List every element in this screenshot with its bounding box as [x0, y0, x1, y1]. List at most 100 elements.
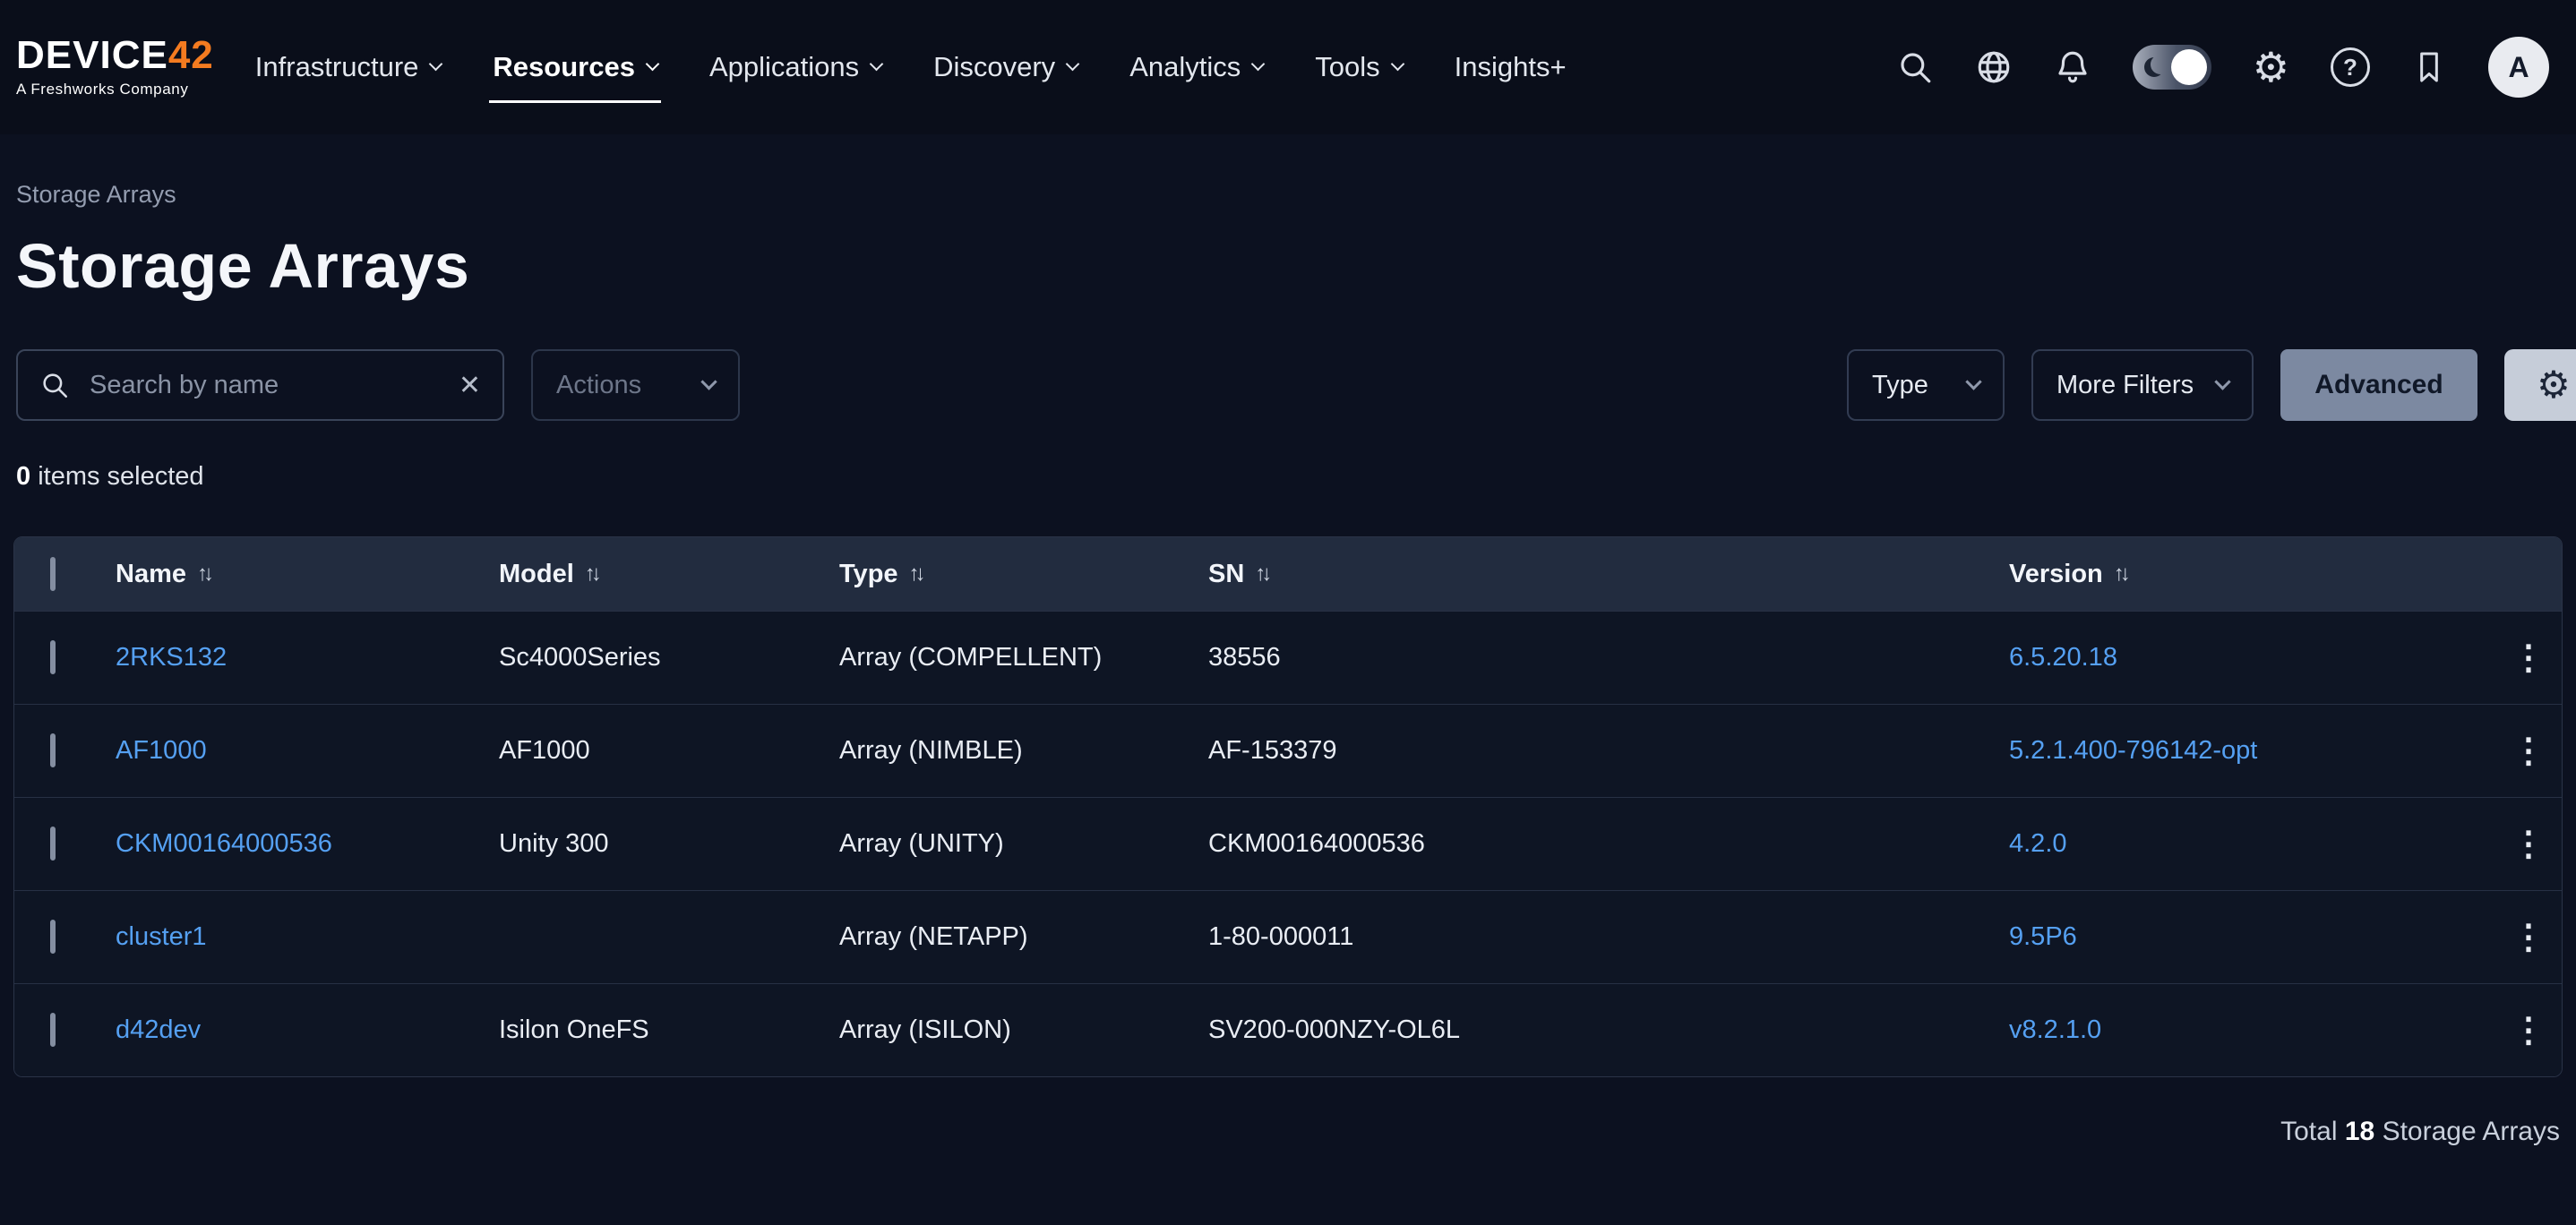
total-prefix: Total	[2280, 1117, 2337, 1146]
chevron-down-icon	[1390, 56, 1404, 71]
version-link[interactable]: 9.5P6	[2009, 922, 2077, 951]
table-row: CKM00164000536 Unity 300 Array (UNITY) C…	[14, 797, 2562, 890]
column-label: Name	[116, 560, 186, 589]
row-checkbox[interactable]	[50, 827, 56, 861]
model-cell: Sc4000Series	[499, 643, 839, 672]
actions-dropdown[interactable]: Actions	[531, 349, 740, 421]
type-cell: Array (UNITY)	[839, 829, 1208, 859]
search-icon	[39, 370, 70, 400]
chevron-down-icon	[429, 56, 443, 71]
nav-label: Infrastructure	[255, 51, 419, 83]
nav-item-tools[interactable]: Tools	[1315, 42, 1402, 92]
model-cell: Isilon OneFS	[499, 1015, 839, 1045]
nav-item-discovery[interactable]: Discovery	[933, 42, 1078, 92]
table-row: cluster1 Array (NETAPP) 1-80-000011 9.5P…	[14, 890, 2562, 983]
sort-icon[interactable]: ↑↓	[197, 561, 210, 587]
type-cell: Array (COMPELLENT)	[839, 643, 1208, 672]
clear-search-icon[interactable]: ✕	[459, 370, 481, 401]
row-actions-menu-icon[interactable]: ⋮	[2512, 638, 2546, 678]
version-link[interactable]: 5.2.1.400-796142-opt	[2009, 736, 2257, 765]
total-suffix: Storage Arrays	[2383, 1117, 2560, 1146]
nav-item-insights-plus[interactable]: Insights+	[1455, 42, 1567, 92]
nav-item-applications[interactable]: Applications	[709, 42, 881, 92]
array-name-link[interactable]: d42dev	[116, 1015, 201, 1044]
selection-count: 0	[16, 462, 30, 491]
version-link[interactable]: v8.2.1.0	[2009, 1015, 2101, 1044]
row-checkbox[interactable]	[50, 920, 56, 954]
settings-gear-icon[interactable]: ⚙	[2253, 47, 2289, 88]
sn-cell: 38556	[1208, 643, 2009, 672]
breadcrumb: Storage Arrays	[16, 181, 2560, 209]
sort-icon[interactable]: ↑↓	[2114, 561, 2126, 587]
sn-cell: 1-80-000011	[1208, 922, 2009, 952]
chevron-down-icon	[646, 56, 660, 71]
selection-label: items selected	[38, 462, 203, 491]
sn-cell: CKM00164000536	[1208, 829, 2009, 859]
nav-label: Insights+	[1455, 51, 1567, 83]
actions-label: Actions	[556, 371, 641, 400]
advanced-button[interactable]: Advanced	[2280, 349, 2477, 421]
chevron-down-icon	[1251, 56, 1266, 71]
row-actions-menu-icon[interactable]: ⋮	[2512, 731, 2546, 771]
version-link[interactable]: 4.2.0	[2009, 829, 2067, 858]
page-title: Storage Arrays	[16, 232, 2560, 301]
column-header-model[interactable]: Model↑↓	[499, 560, 839, 589]
select-all-checkbox[interactable]	[50, 557, 56, 591]
top-nav: DEVICE42 A Freshworks Company Infrastruc…	[0, 0, 2576, 134]
header-checkbox-cell	[14, 560, 116, 589]
toggle-knob	[2171, 49, 2207, 85]
version-link[interactable]: 6.5.20.18	[2009, 643, 2117, 672]
table-header-row: Name ↑↓ Model↑↓ Type↑↓ SN ↑↓ Version ↑↓	[14, 537, 2562, 611]
help-icon[interactable]: ?	[2331, 47, 2370, 87]
array-name-link[interactable]: CKM00164000536	[116, 829, 332, 858]
sn-cell: SV200-000NZY-OL6L	[1208, 1015, 2009, 1045]
gear-icon: ⚙	[2537, 366, 2571, 404]
more-filters-label: More Filters	[2057, 371, 2194, 400]
nav-right-icons: ⚙ ? A	[1896, 37, 2549, 98]
notifications-bell-icon[interactable]	[2054, 48, 2091, 86]
search-icon[interactable]	[1896, 48, 1934, 86]
checkbox-cell	[14, 643, 116, 672]
table-total-footer: Total 18 Storage Arrays	[16, 1117, 2560, 1147]
bookmark-icon[interactable]	[2411, 49, 2447, 85]
sort-icon[interactable]: ↑↓	[909, 561, 922, 587]
type-filter-dropdown[interactable]: Type	[1847, 349, 2005, 421]
array-name-link[interactable]: cluster1	[116, 922, 207, 951]
row-actions-menu-icon[interactable]: ⋮	[2512, 1010, 2546, 1050]
array-name-link[interactable]: AF1000	[116, 736, 207, 765]
column-header-sn[interactable]: SN ↑↓	[1208, 560, 2009, 589]
nav-item-infrastructure[interactable]: Infrastructure	[255, 42, 442, 92]
type-filter-label: Type	[1872, 371, 1928, 400]
theme-toggle[interactable]	[2133, 45, 2211, 90]
sort-icon[interactable]: ↑↓	[1255, 561, 1267, 587]
nav-item-resources[interactable]: Resources	[493, 42, 657, 92]
row-actions-menu-icon[interactable]: ⋮	[2512, 917, 2546, 957]
row-actions-menu-icon[interactable]: ⋮	[2512, 824, 2546, 864]
column-header-name[interactable]: Name ↑↓	[116, 560, 499, 589]
device42-logo[interactable]: DEVICE42 A Freshworks Company	[16, 36, 214, 99]
row-checkbox[interactable]	[50, 1013, 56, 1047]
help-glyph: ?	[2331, 47, 2370, 87]
column-header-type[interactable]: Type↑↓	[839, 560, 1208, 589]
search-input[interactable]	[88, 370, 441, 401]
row-checkbox[interactable]	[50, 640, 56, 674]
main-nav: Infrastructure Resources Applications Di…	[255, 42, 1567, 92]
sort-icon[interactable]: ↑↓	[585, 561, 597, 587]
row-checkbox[interactable]	[50, 733, 56, 767]
nav-label: Applications	[709, 51, 859, 83]
nav-label: Resources	[493, 51, 635, 83]
total-count: 18	[2345, 1117, 2374, 1146]
nav-item-analytics[interactable]: Analytics	[1129, 42, 1263, 92]
column-label: SN	[1208, 560, 1244, 589]
user-avatar[interactable]: A	[2488, 37, 2549, 98]
model-cell: Unity 300	[499, 829, 839, 859]
nav-label: Tools	[1315, 51, 1379, 83]
selection-status: 0 items selected	[16, 462, 2560, 492]
checkbox-cell	[14, 922, 116, 952]
more-filters-dropdown[interactable]: More Filters	[2031, 349, 2254, 421]
column-header-version[interactable]: Version ↑↓	[2009, 560, 2495, 589]
column-label: Version	[2009, 560, 2103, 589]
table-settings-button[interactable]: ⚙	[2504, 349, 2576, 421]
globe-icon[interactable]	[1975, 48, 2013, 86]
array-name-link[interactable]: 2RKS132	[116, 643, 227, 672]
